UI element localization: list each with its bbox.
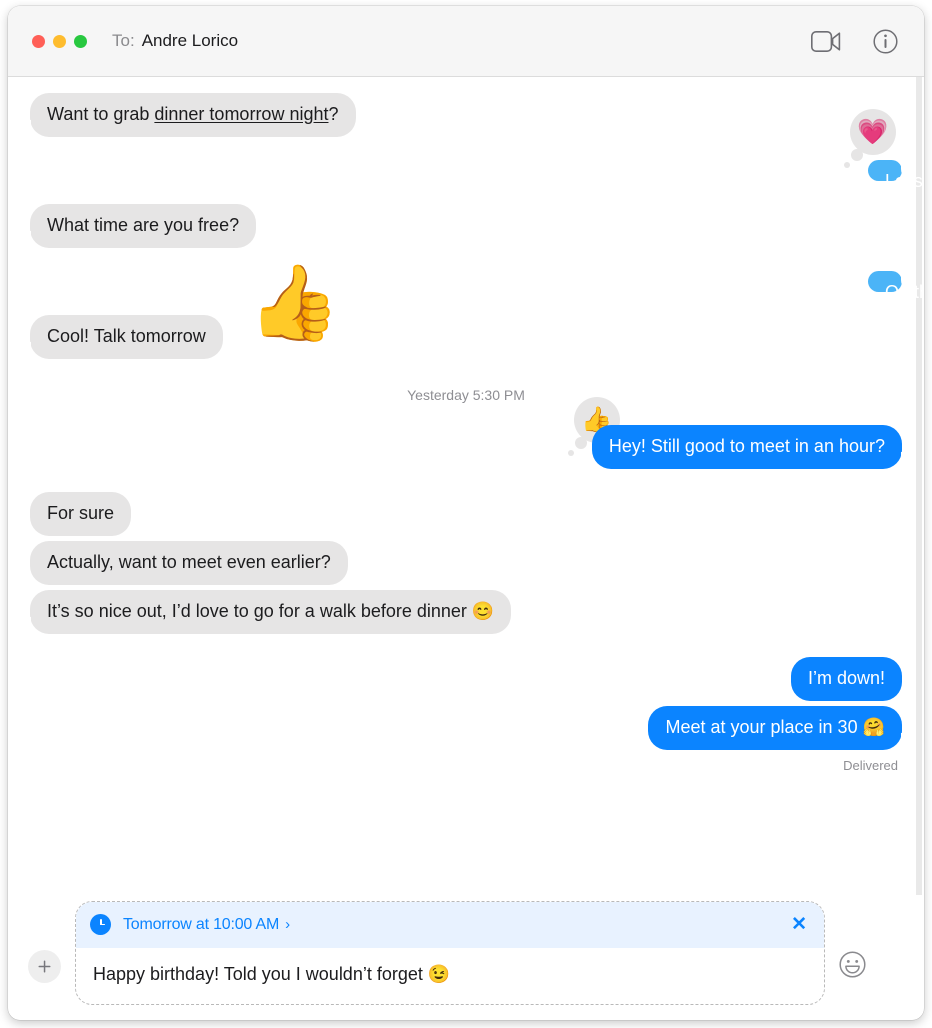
- bubble-with-tapback: 👍 Hey! Still good to meet in an hour?: [567, 397, 915, 469]
- titlebar-actions: [811, 28, 898, 54]
- message-row: I’m down!: [8, 657, 924, 701]
- message-bubble-outgoing[interactable]: Meet at your place in 30 🤗: [648, 706, 914, 750]
- message-row: It’s so nice out, I’d love to go for a w…: [8, 590, 924, 634]
- send-later-label[interactable]: Tomorrow at 10:00 AM: [123, 916, 279, 934]
- data-detector-link[interactable]: dinner tomorrow night: [154, 104, 328, 124]
- message-row: Actually, want to meet even earlier?: [8, 541, 924, 585]
- message-text: Want to grab: [47, 104, 155, 124]
- delivery-status: Delivered: [843, 758, 898, 773]
- messages-window: To: Andre Lorico Want to grab dinner tom…: [8, 6, 924, 1020]
- bubble-with-tapback: 💗 Let’s do it: [844, 109, 924, 191]
- message-transcript[interactable]: Want to grab dinner tomorrow night? 💗 Le…: [8, 77, 924, 895]
- add-attachment-button[interactable]: [28, 950, 61, 983]
- message-bubble-incoming[interactable]: For sure: [30, 492, 132, 536]
- message-bubble-incoming[interactable]: Cool! Talk tomorrow 👍: [18, 266, 340, 359]
- message-bubble-outgoing[interactable]: On the early side is probably better, li…: [868, 271, 924, 302]
- message-compose-box[interactable]: Tomorrow at 10:00 AM › ✕ Happy birthday!…: [75, 900, 825, 1005]
- traffic-lights: [32, 34, 87, 48]
- send-later-banner[interactable]: Tomorrow at 10:00 AM › ✕: [76, 901, 824, 948]
- minimize-window-button[interactable]: [53, 34, 66, 48]
- message-row: Meet at your place in 30 🤗: [8, 706, 924, 750]
- message-bubble-outgoing[interactable]: Hey! Still good to meet in an hour?: [591, 425, 915, 469]
- compose-bar: Tomorrow at 10:00 AM › ✕ Happy birthday!…: [8, 895, 924, 1020]
- recipient-name: Andre Lorico: [141, 31, 239, 50]
- recipient-field[interactable]: To: Andre Lorico: [112, 31, 238, 51]
- message-bubble-incoming[interactable]: What time are you free?: [17, 204, 257, 248]
- message-row: On the early side is probably better, li…: [8, 271, 924, 302]
- details-info-icon[interactable]: [873, 28, 898, 54]
- close-window-button[interactable]: [32, 34, 45, 48]
- message-text-end: ?: [328, 104, 339, 124]
- titlebar: To: Andre Lorico: [8, 6, 924, 77]
- message-text: On the early side is probably better, li…: [885, 282, 924, 302]
- message-text: Cool! Talk tomorrow: [47, 326, 206, 346]
- conversation-timestamp: Yesterday 5:30 PM: [407, 387, 525, 403]
- message-bubble-incoming[interactable]: Want to grab dinner tomorrow night?: [18, 93, 356, 137]
- message-row: Want to grab dinner tomorrow night?: [8, 93, 924, 137]
- message-bubble-incoming[interactable]: Actually, want to meet even earlier?: [30, 541, 348, 585]
- message-row: 👍 Hey! Still good to meet in an hour?: [8, 397, 924, 469]
- message-bubble-incoming[interactable]: It’s so nice out, I’d love to go for a w…: [17, 590, 512, 634]
- transcript-scrollbar[interactable]: [916, 77, 922, 895]
- message-row: Cool! Talk tomorrow 👍: [8, 266, 924, 359]
- message-bubble-outgoing[interactable]: Let’s do it: [868, 160, 924, 191]
- chevron-right-icon[interactable]: ›: [285, 916, 290, 933]
- clock-icon: [90, 914, 111, 935]
- close-icon[interactable]: ✕: [791, 913, 807, 936]
- emoji-picker-icon[interactable]: [839, 950, 866, 983]
- facetime-video-icon[interactable]: [811, 30, 841, 52]
- message-row: For sure: [8, 492, 924, 536]
- message-bubble-outgoing[interactable]: I’m down!: [790, 657, 902, 701]
- message-input[interactable]: Happy birthday! Told you I wouldn’t forg…: [76, 948, 824, 1004]
- to-label: To:: [112, 31, 135, 50]
- message-row: What time are you free?: [8, 204, 924, 248]
- message-row: 💗 Let’s do it: [8, 109, 924, 191]
- zoom-window-button[interactable]: [74, 34, 87, 48]
- tapback-heart-icon[interactable]: 💗: [844, 109, 896, 168]
